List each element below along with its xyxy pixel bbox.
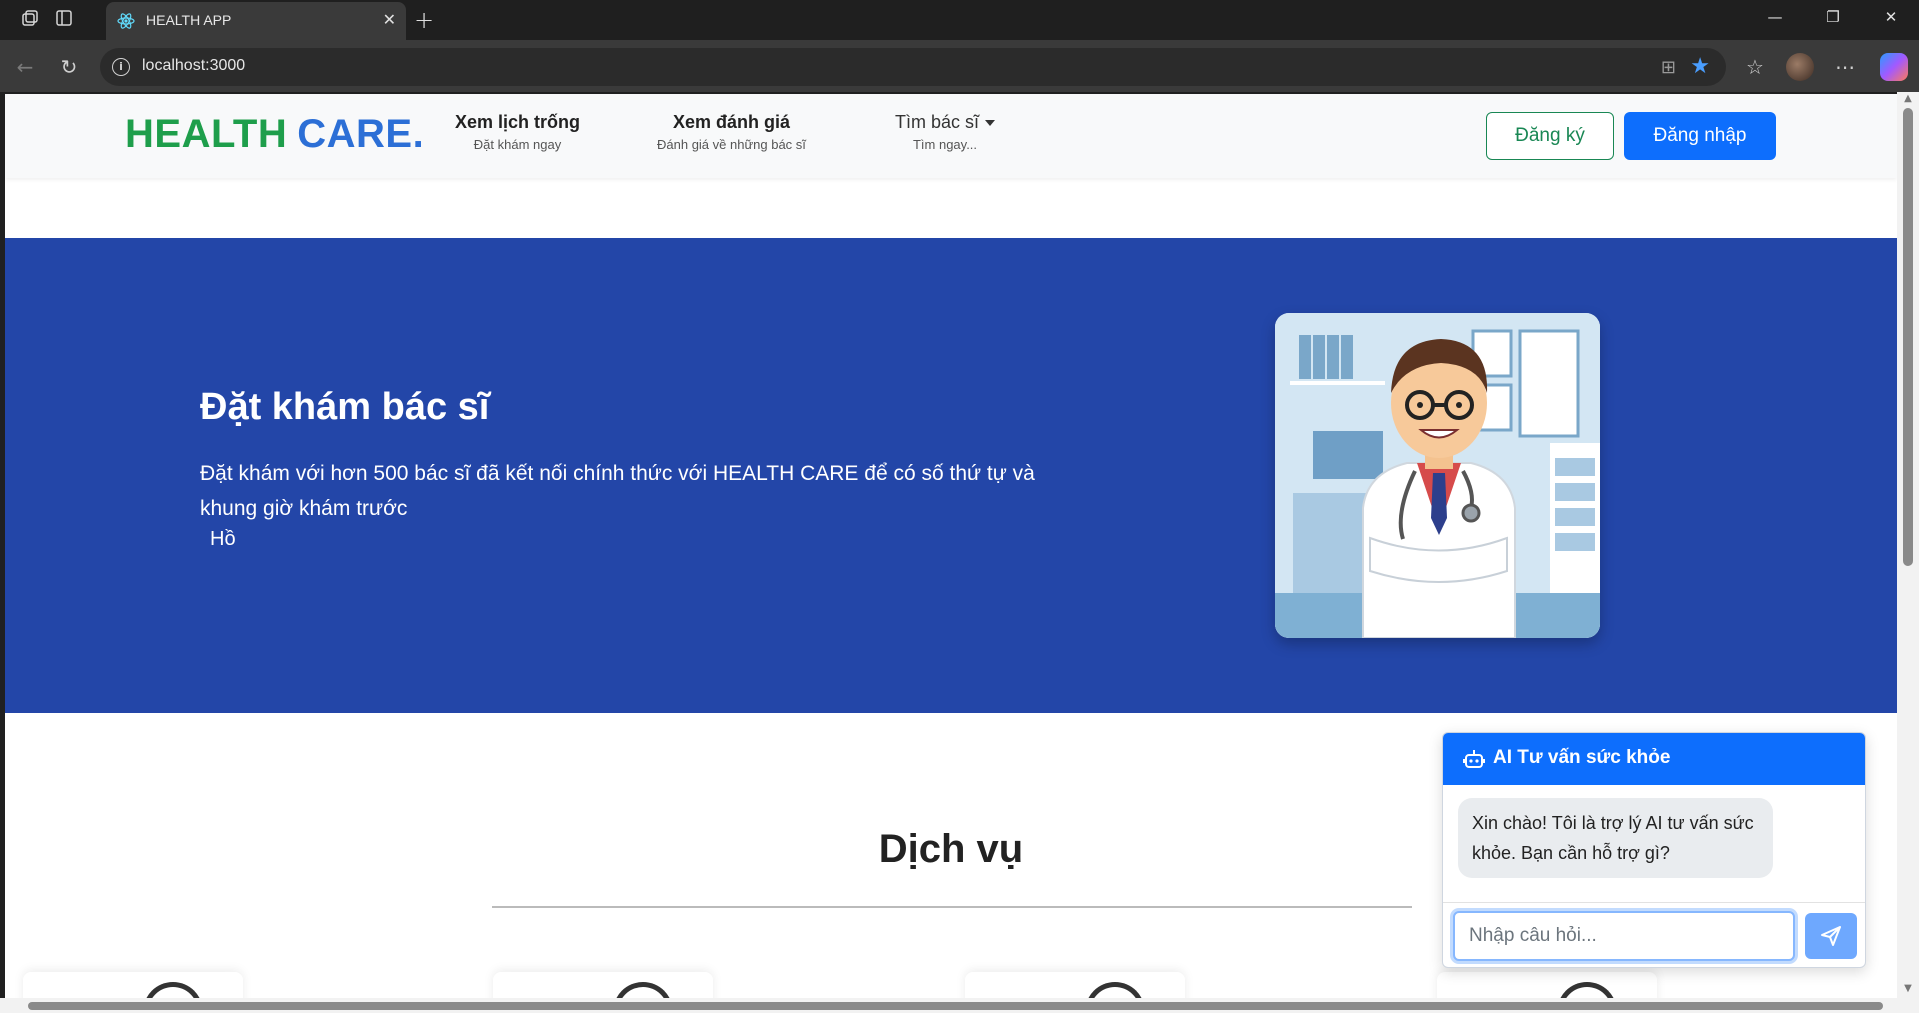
bot-message: Xin chào! Tôi là trợ lý AI tư vấn sức kh…: [1458, 798, 1773, 878]
address-bar[interactable]: i localhost:3000 ⊞ ★: [100, 48, 1726, 86]
new-tab-icon[interactable]: +: [414, 6, 434, 34]
horizontal-scroll-thumb[interactable]: [28, 1002, 1883, 1010]
copilot-icon[interactable]: [1880, 53, 1908, 81]
app-available-icon[interactable]: ⊞: [1661, 57, 1676, 78]
service-card[interactable]: [23, 972, 243, 998]
page-viewport: HEALTH CARE. Xem lịch trống Đặt khám ngay…: [5, 94, 1897, 998]
site-header: HEALTH CARE. Xem lịch trống Đặt khám ngay…: [5, 94, 1897, 178]
profile-avatar[interactable]: [1786, 53, 1814, 81]
logo[interactable]: HEALTH CARE.: [125, 112, 424, 157]
send-icon: [1821, 926, 1841, 946]
menu-item-schedule[interactable]: Xem lịch trống Đặt khám ngay: [455, 112, 580, 152]
stethoscope-icon: [1557, 982, 1617, 998]
close-tab-icon[interactable]: ✕: [383, 10, 396, 29]
services-divider: [492, 906, 1412, 908]
doctor-illustration: [1275, 313, 1600, 638]
site-info-icon[interactable]: i: [112, 58, 130, 76]
favorite-star-icon[interactable]: ★: [1690, 54, 1710, 79]
stethoscope-icon: [1085, 982, 1145, 998]
favorites-icon[interactable]: ☆: [1742, 54, 1768, 80]
caret-down-icon: [985, 120, 996, 127]
restore-icon[interactable]: ❐: [1818, 8, 1848, 32]
horizontal-scrollbar[interactable]: [0, 998, 1919, 1013]
stethoscope-icon: [613, 982, 673, 998]
hero-title: Đặt khám bác sĩ: [200, 386, 490, 428]
hero-description: Đặt khám với hơn 500 bác sĩ đã kết nối c…: [200, 462, 1035, 520]
menu-item-title: Xem lịch trống: [455, 112, 581, 132]
workspaces-icon[interactable]: [18, 8, 42, 32]
service-card[interactable]: [1437, 972, 1657, 998]
robot-icon: [1463, 749, 1485, 769]
minimize-icon[interactable]: —: [1760, 8, 1790, 32]
menu-item-title: Xem đánh giá: [672, 112, 790, 132]
browser-tab[interactable]: HEALTH APP ✕: [106, 2, 406, 40]
vertical-scrollbar[interactable]: ▲ ▼: [1897, 92, 1919, 998]
react-favicon-icon: [116, 11, 136, 31]
tab-sidebar-icon[interactable]: [52, 8, 76, 32]
menu-item-title: Tìm bác sĩ: [895, 112, 980, 132]
browser-toolbar: ← ↻ i localhost:3000 ⊞ ★ ☆ ⋯: [0, 40, 1919, 92]
hero-banner: Đặt khám bác sĩ Đặt khám với hơn 500 bác…: [5, 238, 1897, 713]
menu-item-subtitle: Đặt khám ngay: [473, 137, 562, 152]
service-card[interactable]: [965, 972, 1185, 998]
menu-item-reviews[interactable]: Xem đánh giá Đánh giá về những bác sĩ: [657, 112, 806, 152]
chat-title: AI Tư vấn sức khỏe: [1493, 747, 1671, 768]
stethoscope-icon: [143, 982, 203, 998]
logo-health: HEALTH: [125, 112, 288, 156]
menu-item-find-doctor[interactable]: Tìm bác sĩ Tìm ngay...: [895, 112, 996, 152]
back-icon[interactable]: ←: [12, 54, 38, 80]
register-button[interactable]: Đăng ký: [1486, 112, 1614, 160]
browser-tab-bar: HEALTH APP ✕ + — ❐ ✕: [0, 0, 1919, 40]
ai-chat-widget: AI Tư vấn sức khỏe Xin chào! Tôi là trợ …: [1442, 732, 1866, 968]
service-card[interactable]: [493, 972, 713, 998]
vertical-scroll-thumb[interactable]: [1903, 108, 1913, 566]
send-button[interactable]: [1805, 913, 1857, 959]
chat-header: AI Tư vấn sức khỏe: [1443, 733, 1865, 785]
chat-input[interactable]: [1453, 911, 1795, 961]
menu-item-subtitle: Tìm ngay...: [912, 137, 978, 152]
login-button[interactable]: Đăng nhập: [1624, 112, 1776, 160]
menu-item-subtitle: Đánh giá về những bác sĩ: [657, 137, 806, 152]
more-icon[interactable]: ⋯: [1832, 54, 1858, 80]
tab-title: HEALTH APP: [146, 12, 232, 28]
chat-messages: Xin chào! Tôi là trợ lý AI tư vấn sức kh…: [1443, 785, 1865, 903]
reload-icon[interactable]: ↻: [56, 54, 82, 80]
logo-care: CARE.: [297, 112, 425, 156]
close-window-icon[interactable]: ✕: [1876, 8, 1906, 32]
url-text[interactable]: localhost:3000: [142, 57, 245, 75]
hero-garbled-text: Hồ: [210, 528, 236, 550]
